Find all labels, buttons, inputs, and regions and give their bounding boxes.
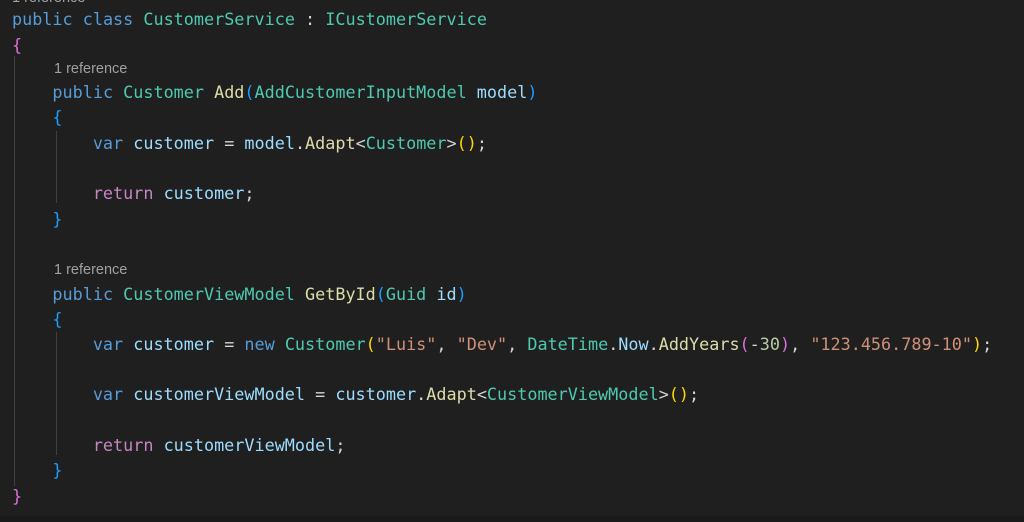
code-line-getbyid-adapt: var customerViewModel = customer.Adapt<C… [12,382,699,406]
close-brace: } [52,209,63,229]
keyword-public: public [12,9,73,29]
codelens-reference-getbyid[interactable]: 1 reference [54,260,127,280]
code-line-add-adapt: var customer = model.Adapt<Customer>(); [12,131,487,155]
comma: , [507,334,518,354]
constructor-type: Customer [284,334,366,354]
variable-name: customerViewModel [163,435,336,455]
return-type: Customer [123,82,204,102]
semicolon: ; [476,133,487,153]
string-literal: "Dev" [456,334,508,354]
variable-name: customer [163,183,245,203]
operator-assign: = [224,334,235,354]
keyword-var: var [92,133,124,153]
dot: . [416,384,427,404]
string-literal: "Luis" [375,334,437,354]
method-name: GetById [305,284,376,304]
param-name: model [476,82,528,102]
close-paren: ) [456,284,467,304]
code-line-getbyid-open-brace: { [12,307,63,331]
keyword-return: return [92,435,154,455]
generic-type: CustomerViewModel [486,384,659,404]
return-type: CustomerViewModel [123,284,295,304]
method-call: Adapt [426,384,477,404]
number-literal: 30 [759,334,780,354]
property-now: Now [618,334,649,354]
close-paren: ) [527,82,538,102]
interface-name: ICustomerService [325,9,487,29]
string-literal: "123.456.789-10" [810,334,972,354]
colon: : [305,9,316,29]
param-type: AddCustomerInputModel [254,82,467,102]
generic-open: < [355,133,366,153]
method-name: Add [214,82,245,102]
type-datetime: DateTime [527,334,609,354]
method-call: AddYears [658,334,740,354]
close-brace: } [52,460,63,480]
generic-type: Customer [365,133,447,153]
code-line-add-open-brace: { [12,105,63,129]
code-line-class-declaration: public class CustomerService : ICustomer… [12,7,487,31]
open-brace: { [52,309,63,329]
open-paren: ( [365,334,376,354]
semicolon: ; [982,334,993,354]
keyword-public: public [52,82,114,102]
keyword-var: var [92,384,124,404]
object-name: model [244,133,295,153]
keyword-return: return [92,183,154,203]
open-paren: ( [244,82,255,102]
close-paren: ) [971,334,983,354]
code-line-class-close-brace: } [12,484,22,508]
call-parens: () [668,384,690,404]
code-line-add-close-brace: } [12,207,63,231]
keyword-class: class [82,9,134,29]
code-line-getbyid-signature: public CustomerViewModel GetById(Guid id… [12,282,467,306]
code-line-getbyid-new-customer: var customer = new Customer("Luis", "Dev… [12,332,992,356]
dot: . [294,133,306,153]
code-editor[interactable]: 1 reference public class CustomerService… [0,0,1024,522]
generic-close: > [446,133,457,153]
code-line-getbyid-close-brace: } [12,458,63,482]
param-type: Guid [385,284,427,304]
class-name: CustomerService [143,9,295,29]
method-call: Adapt [305,133,356,153]
operator-assign: = [315,384,326,404]
code-line-class-open-brace: { [12,33,22,57]
open-brace: { [52,107,63,127]
dot: . [608,334,619,354]
variable-name: customer [133,133,215,153]
operator-minus: - [749,334,760,354]
code-line-add-signature: public Customer Add(AddCustomerInputMode… [12,80,537,104]
semicolon: ; [689,384,700,404]
horizontal-scrollbar-track[interactable] [0,516,1024,522]
keyword-public: public [52,284,114,304]
operator-assign: = [224,133,235,153]
open-brace: { [12,35,23,55]
variable-name: customerViewModel [133,384,306,404]
generic-open: < [476,384,487,404]
open-paren: ( [739,334,750,354]
comma: , [436,334,447,354]
param-name: id [436,284,457,304]
close-brace: } [12,486,23,506]
code-line-getbyid-return: return customerViewModel; [12,433,346,457]
semicolon: ; [335,435,346,455]
keyword-new: new [244,334,275,354]
object-name: customer [335,384,417,404]
generic-close: > [658,384,669,404]
open-paren: ( [375,284,386,304]
code-line-add-return: return customer; [12,181,255,205]
variable-name: customer [133,334,215,354]
comma: , [790,334,801,354]
codelens-reference-add[interactable]: 1 reference [54,59,127,79]
keyword-var: var [92,334,124,354]
semicolon: ; [244,183,255,203]
call-parens: () [456,133,477,153]
dot: . [648,334,659,354]
close-paren: ) [779,334,791,354]
